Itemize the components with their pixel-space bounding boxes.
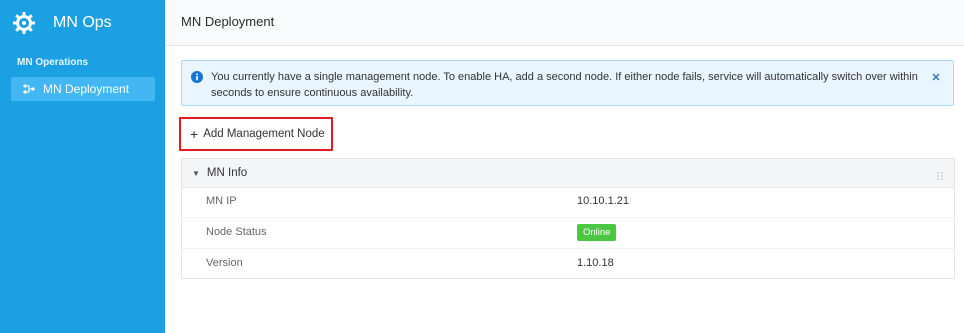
page-title: MN Deployment (181, 14, 275, 29)
add-management-node-label: Add Management Node (203, 128, 325, 140)
caret-down-icon[interactable]: ▼ (192, 169, 200, 178)
sidebar-item-mn-deployment[interactable]: MN Deployment (11, 77, 155, 101)
row-value: 1.10.18 (577, 257, 614, 269)
page-header: MN Deployment (165, 0, 964, 46)
row-key: Version (206, 257, 243, 269)
panel-title: MN Info (206, 167, 248, 179)
add-management-node-button[interactable]: + Add Management Node (179, 117, 333, 151)
info-row-node-status: Node Status Online (182, 218, 954, 249)
info-alert: You currently have a single management n… (181, 60, 954, 106)
row-value: 10.10.1.21 (577, 195, 629, 207)
info-row-mn-ip: MN IP 10.10.1.21 (182, 187, 954, 218)
close-icon[interactable] (930, 71, 942, 83)
info-row-version: Version 1.10.18 (182, 249, 954, 279)
sidebar-section-label: MN Operations (17, 57, 89, 68)
main-content: MN Deployment You currently have a singl… (165, 0, 964, 333)
row-key: MN IP (206, 195, 237, 207)
brand-title: MN Ops (53, 14, 112, 31)
status-badge: Online (577, 224, 617, 241)
row-key: Node Status (206, 226, 267, 238)
gear-wrench-icon (12, 11, 36, 35)
sidebar: MN Ops MN Operations MN Deployment (0, 0, 165, 333)
info-icon (191, 70, 203, 83)
drag-handle-icon[interactable] (936, 168, 944, 180)
sidebar-item-label: MN Deployment (43, 82, 130, 96)
mn-info-panel: ▼ MN Info MN IP 10.10.1.21 Node Status O… (181, 158, 955, 279)
plus-icon: + (190, 126, 199, 142)
alert-message: You currently have a single management n… (211, 71, 918, 99)
panel-header[interactable]: ▼ MN Info (182, 159, 954, 188)
topology-icon (23, 82, 37, 96)
brand[interactable]: MN Ops (12, 0, 165, 46)
